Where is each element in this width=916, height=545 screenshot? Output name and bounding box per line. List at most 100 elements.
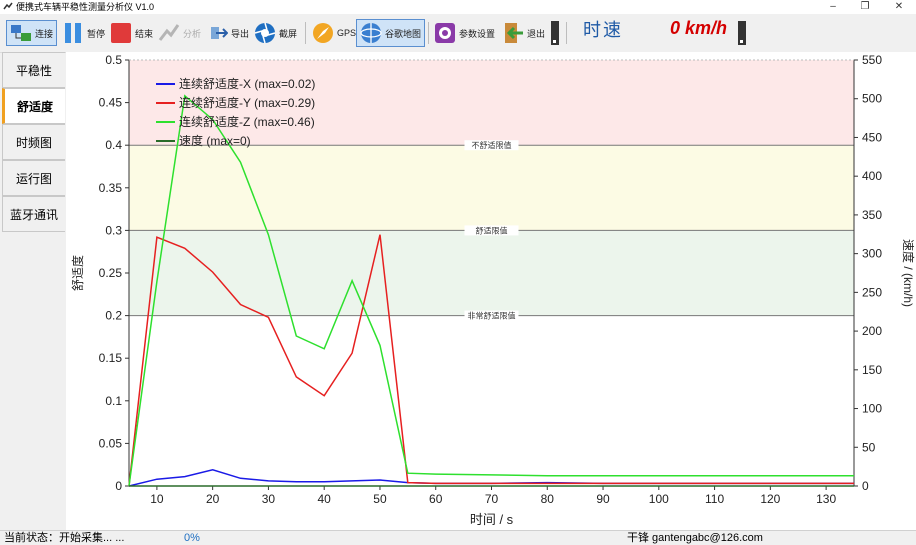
threshold-label: 非常舒适限值 — [468, 311, 516, 321]
stop-label: 结束 — [135, 28, 154, 39]
x-axis-label: 时间 / s — [470, 512, 514, 527]
y-axis-label: 舒适度 — [70, 255, 85, 291]
x-tick-label: 90 — [596, 492, 610, 506]
export-icon — [211, 27, 228, 39]
toolbar-separator — [305, 22, 306, 44]
toolbar-separator — [566, 22, 567, 44]
analyze-label: 分析 — [183, 28, 202, 39]
x-tick-label: 60 — [429, 492, 443, 506]
screenshot-button[interactable]: 截屏 — [254, 20, 297, 46]
window-title: 便携式车辆平稳性测量分析仪 V1.0 — [16, 2, 155, 12]
y-tick-label: 0.35 — [99, 181, 123, 195]
gps-label: GPS — [337, 28, 357, 38]
y2-tick-label: 400 — [862, 169, 882, 183]
y-tick-label: 0.4 — [105, 138, 122, 152]
y-tick-label: 0 — [115, 479, 122, 493]
y2-tick-label: 200 — [862, 324, 882, 338]
threshold-label: 不舒适限值 — [472, 140, 512, 150]
speed-value: 0 km/h — [670, 18, 728, 38]
x-tick-label: 130 — [816, 492, 836, 506]
y-tick-label: 0.05 — [99, 436, 123, 450]
analyze-button[interactable]: 分析 — [158, 20, 201, 46]
settings-button[interactable]: 参数设置 — [434, 20, 495, 46]
maximize-button[interactable]: ❐ — [850, 0, 880, 14]
y2-tick-label: 0 — [862, 479, 869, 493]
screenshot-label: 截屏 — [279, 28, 298, 39]
threshold-label: 舒适限值 — [476, 225, 508, 235]
close-button[interactable]: ✕ — [884, 0, 914, 14]
stop-icon — [111, 23, 131, 43]
speed-gauge-icon — [738, 21, 746, 45]
x-tick-label: 70 — [485, 492, 499, 506]
y2-axis-label: 速度 / (km/h) — [901, 239, 916, 307]
y-tick-label: 0.25 — [99, 266, 123, 280]
comfort-chart[interactable]: 不舒适限值舒适限值非常舒适限值 0 0.05 0.1 0.15 0.2 0.25 0.3 0.3… — [66, 52, 916, 530]
stop-button[interactable]: 结束 — [110, 20, 153, 46]
tab-label: 平稳性 — [15, 63, 52, 78]
speed-label: 时速 — [583, 20, 623, 41]
tab-label: 蓝牙通讯 — [9, 207, 58, 222]
y-tick-label: 0.3 — [105, 223, 122, 237]
legend-entry: 速度 (max=0) — [179, 133, 251, 148]
y2-tick-label: 150 — [862, 363, 882, 377]
tab-stability[interactable]: 平稳性 — [2, 52, 65, 88]
y2-tick-label: 500 — [862, 92, 882, 106]
progress-text: 0% — [184, 532, 200, 544]
exit-door-icon — [505, 23, 523, 43]
connect-label: 连接 — [35, 28, 54, 39]
x-tick-label: 100 — [649, 492, 669, 506]
gear-icon — [435, 23, 455, 43]
minimize-button[interactable]: – — [818, 0, 848, 14]
tab-label: 舒适度 — [16, 99, 53, 114]
y2-tick-label: 300 — [862, 247, 882, 261]
status-bar: 当前状态：开始采集... ... 0% 干锋 gantengabc@126.co… — [0, 530, 916, 545]
y2-tick-label: 350 — [862, 208, 882, 222]
y2-tick-label: 50 — [862, 440, 876, 454]
tab-time-frequency[interactable]: 时频图 — [2, 124, 65, 160]
y2-tick-label: 450 — [862, 130, 882, 144]
signal-gauge-icon — [551, 21, 559, 45]
y-tick-label: 0.2 — [105, 309, 122, 323]
legend-entry: 连续舒适度-Z (max=0.46) — [179, 114, 315, 129]
tab-bluetooth[interactable]: 蓝牙通讯 — [2, 196, 65, 232]
pause-icon — [65, 23, 81, 43]
toolbar-separator — [428, 22, 429, 44]
exit-button[interactable]: 退出 — [502, 20, 545, 46]
status-text: 当前状态：开始采集... ... — [4, 532, 125, 544]
connect-icon — [11, 25, 31, 41]
google-map-button[interactable]: 谷歌地图 — [356, 19, 426, 47]
app-icon — [3, 2, 13, 10]
x-tick-label: 80 — [541, 492, 555, 506]
tab-label: 运行图 — [15, 171, 52, 186]
y-tick-label: 0.15 — [99, 351, 123, 365]
y-tick-label: 0.1 — [105, 394, 122, 408]
x-tick-label: 120 — [760, 492, 780, 506]
comfort-chart-panel: 不舒适限值舒适限值非常舒适限值 0 0.05 0.1 0.15 0.2 0.25 0.3 0.3… — [66, 52, 916, 530]
x-tick-label: 110 — [705, 492, 724, 506]
tab-run-chart[interactable]: 运行图 — [2, 160, 65, 196]
x-tick-label: 10 — [150, 492, 164, 506]
export-label: 导出 — [231, 28, 250, 39]
connect-button[interactable]: 连接 — [6, 20, 58, 46]
y2-tick-label: 100 — [862, 402, 882, 416]
tab-comfort[interactable]: 舒适度 — [2, 88, 65, 124]
export-button[interactable]: 导出 — [210, 20, 249, 46]
compass-icon — [313, 23, 333, 43]
x-tick-label: 50 — [373, 492, 387, 506]
pause-button[interactable]: 暂停 — [62, 20, 105, 46]
legend-entry: 连续舒适度-X (max=0.02) — [179, 76, 315, 91]
x-tick-label: 30 — [262, 492, 276, 506]
gps-button[interactable]: GPS — [312, 20, 356, 46]
globe-icon — [360, 23, 382, 43]
x-tick-label: 20 — [206, 492, 220, 506]
y-tick-label: 0.5 — [105, 53, 122, 67]
x-tick-label: 40 — [318, 492, 332, 506]
tab-label: 时频图 — [15, 135, 52, 150]
title-bar: 便携式车辆平稳性测量分析仪 V1.0 – ❐ ✕ — [0, 0, 916, 14]
camera-aperture-icon — [254, 22, 276, 44]
y2-tick-label: 250 — [862, 285, 882, 299]
legend-entry: 连续舒适度-Y (max=0.29) — [179, 95, 315, 110]
y2-tick-label: 550 — [862, 53, 882, 67]
pause-label: 暂停 — [87, 28, 106, 39]
threshold-band — [129, 230, 854, 316]
